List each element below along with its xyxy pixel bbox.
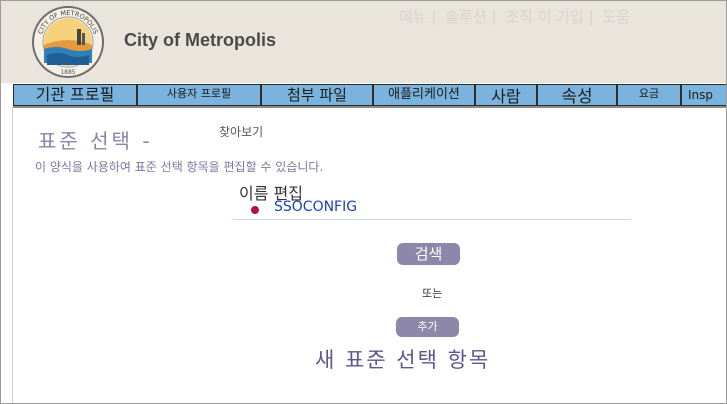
top-link-menu[interactable]: 메뉴 | <box>399 8 436 26</box>
tab-fees[interactable]: 요금 <box>617 84 681 106</box>
city-name: City of Metropolis <box>124 30 276 50</box>
top-link-join[interactable]: 조직 이 가입 | <box>505 8 593 26</box>
svg-text:1885: 1885 <box>60 69 75 76</box>
site-header: 1885 CITY OF METROPOLIS City of Metropol… <box>1 1 726 83</box>
tab-inspections[interactable]: Insp <box>681 84 726 106</box>
top-link-help[interactable]: 도움 <box>602 8 630 26</box>
add-button[interactable]: 추가 <box>396 317 459 337</box>
tab-applications[interactable]: 애플리케이션 <box>373 84 475 106</box>
page-frame: 1885 CITY OF METROPOLIS City of Metropol… <box>0 0 727 404</box>
or-separator: 또는 <box>422 287 443 300</box>
city-seal-logo: 1885 CITY OF METROPOLIS <box>31 5 105 79</box>
tab-people[interactable]: 사람 <box>475 84 537 106</box>
search-button[interactable]: 검색 <box>397 243 460 265</box>
main-tab-bar: 기관 프로필 사용자 프로필 첨부 파일 애플리케이션 사람 속성 요금 Ins… <box>13 84 726 108</box>
page-title: 표준 선택 - <box>38 129 153 153</box>
browse-link[interactable]: 찾아보기 <box>219 123 263 140</box>
tab-attributes[interactable]: 속성 <box>537 84 617 106</box>
new-standard-choice-link[interactable]: 새 표준 선택 항목 <box>315 344 490 374</box>
tab-attachments[interactable]: 첨부 파일 <box>261 84 373 106</box>
form-description: 이 양식을 사용하여 표준 선택 항목을 편집할 수 있습니다. <box>35 160 324 174</box>
left-divider <box>12 107 13 403</box>
tab-user-profile[interactable]: 사용자 프로필 <box>137 84 261 106</box>
top-links: 메뉴 | 솔루션 | 조직 이 가입 | 도움 <box>399 6 634 27</box>
bullet-icon <box>251 206 259 214</box>
standard-choice-link[interactable]: SSOCONFIG <box>274 199 357 215</box>
tab-agency-profile[interactable]: 기관 프로필 <box>13 84 137 106</box>
top-link-solutions[interactable]: 솔루션 | <box>445 8 496 26</box>
